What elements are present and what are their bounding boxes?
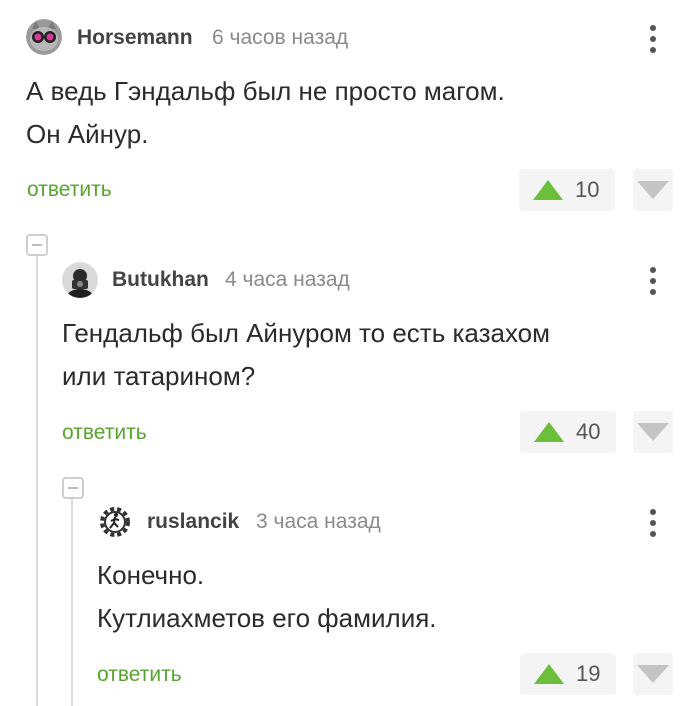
reply-button[interactable]: ответить <box>97 663 182 687</box>
dot-icon <box>650 531 656 537</box>
rating-score: 19 <box>576 661 601 686</box>
comment-text-line: Кутлиахметов его фамилия. <box>97 603 437 633</box>
downvote-arrow-icon <box>637 665 669 683</box>
comment-time: 3 часа назад <box>256 510 381 533</box>
downvote-button[interactable] <box>633 653 673 695</box>
more-options-button[interactable] <box>643 504 663 544</box>
upvote-arrow-icon[interactable] <box>534 664 564 684</box>
author-name[interactable]: ruslancik <box>147 510 239 534</box>
upvote-box: 19 <box>520 653 616 695</box>
comment-text-line: Конечно. <box>97 560 205 590</box>
comment-ruslancik: ruslancik 3 часа назад Конечно. Кутлиахм… <box>0 0 700 706</box>
dot-icon <box>650 509 656 515</box>
comment-text: Конечно. Кутлиахметов его фамилия. <box>97 554 437 640</box>
gear-runner-avatar-icon <box>97 504 133 540</box>
dot-icon <box>650 520 656 526</box>
avatar[interactable] <box>97 504 133 540</box>
